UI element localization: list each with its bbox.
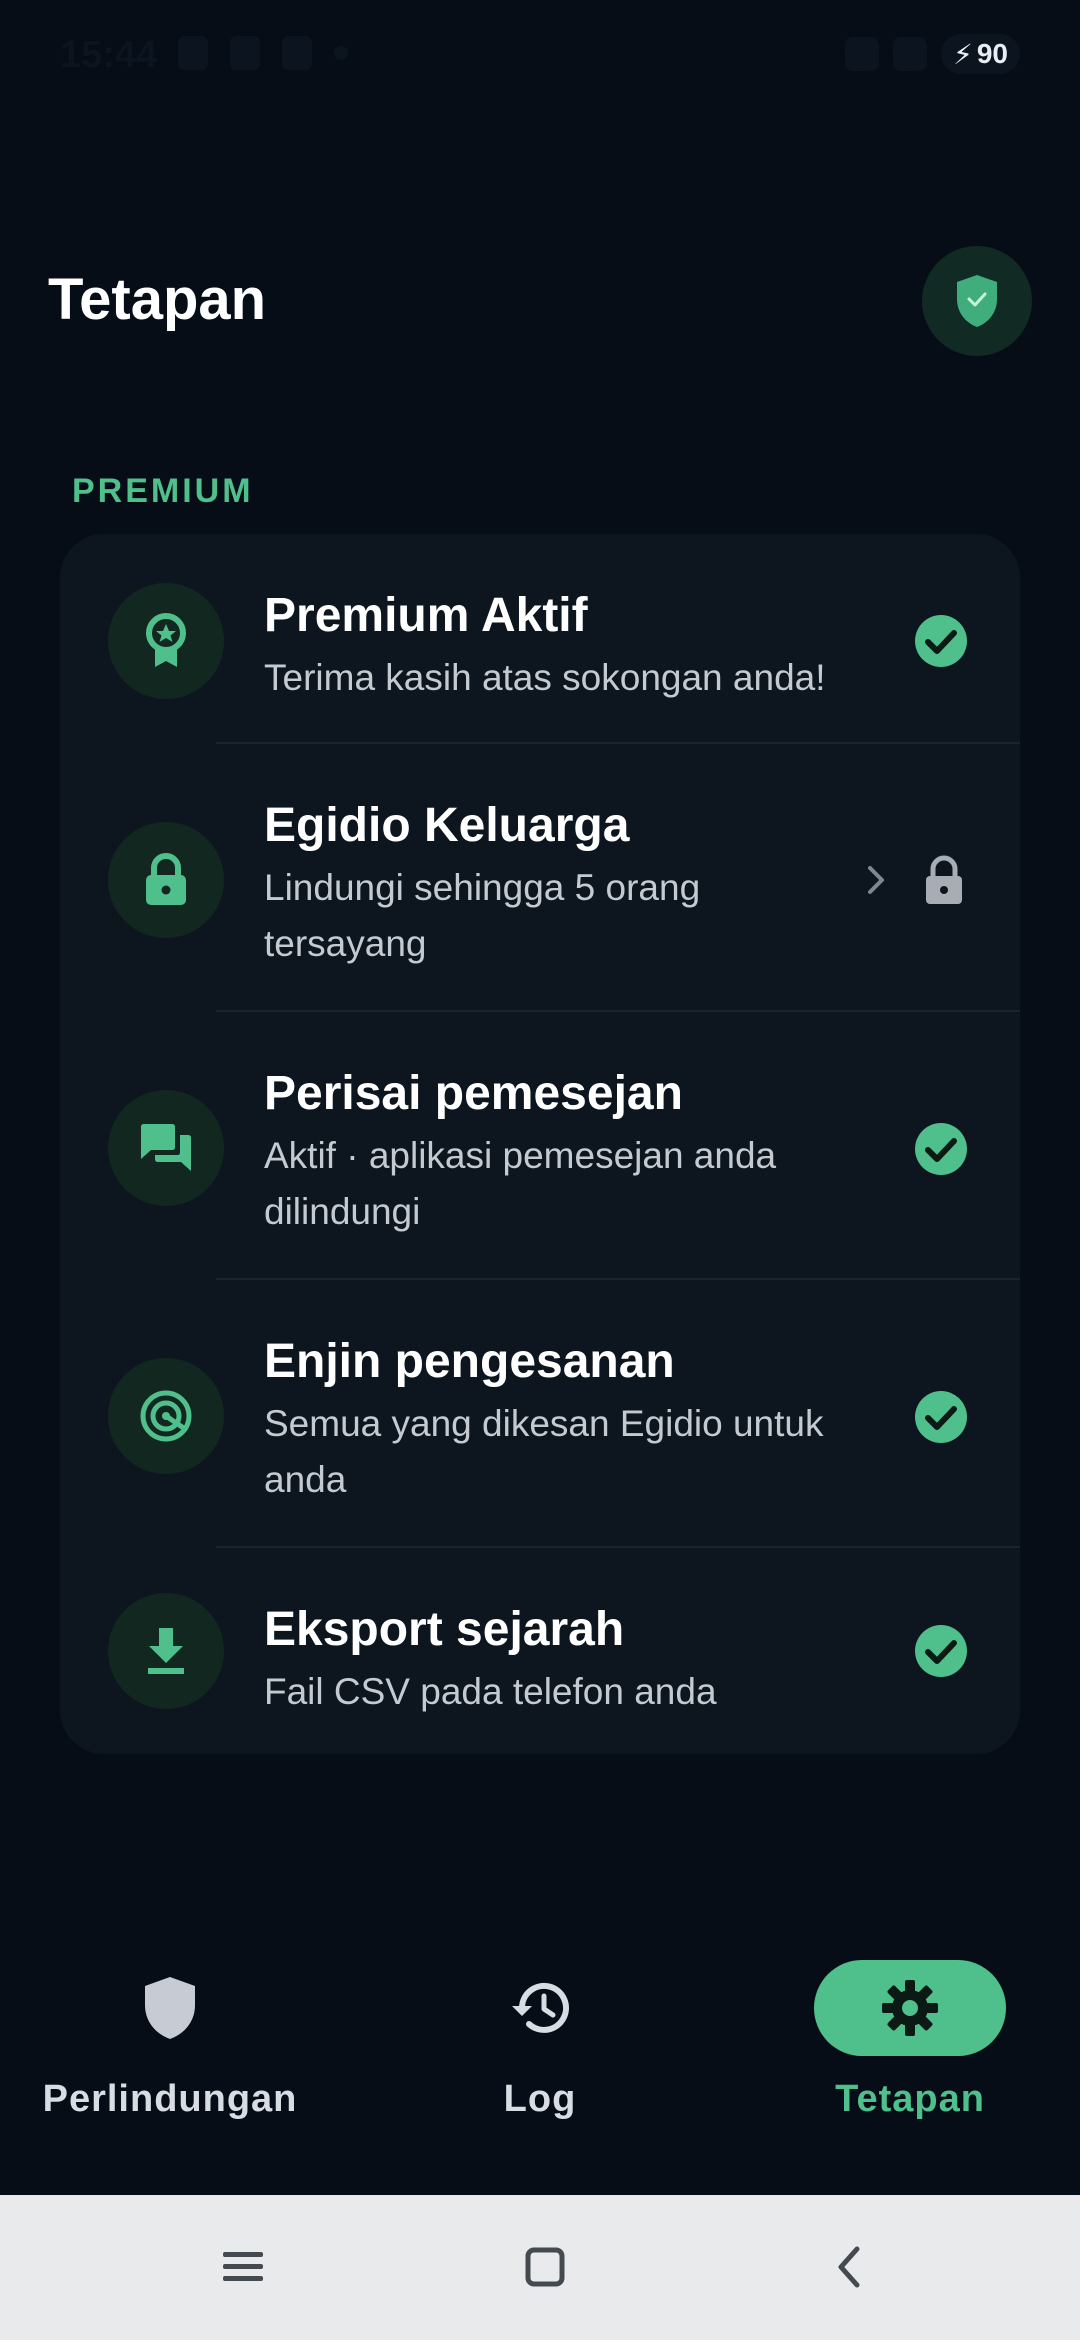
item-title: Eksport sejarah	[264, 1603, 625, 1656]
menu-icon	[223, 2252, 263, 2281]
item-subtitle: Aktif · aplikasi pemesejan anda dilindun…	[264, 1135, 777, 1232]
section-label-premium: PREMIUM	[72, 472, 254, 510]
signal-icon	[893, 37, 928, 71]
system-navigation-bar	[0, 2195, 1080, 2340]
list-item-messaging-shield[interactable]: Perisai pemesejan Aktif · aplikasi pemes…	[60, 1012, 1020, 1280]
premium-card: Premium Aktif Terima kasih atas sokongan…	[60, 534, 1020, 1754]
status-notification-icons	[178, 36, 348, 70]
nav-protection-pill	[74, 1960, 266, 2056]
chat-icon	[108, 1090, 224, 1206]
bottom-navigation: Perlindungan Log Tetapan	[0, 1960, 1080, 2195]
item-title: Premium Aktif	[264, 589, 588, 642]
battery-level: 90	[976, 38, 1008, 69]
list-item-detection-engine[interactable]: Enjin pengesanan Semua yang dikesan Egid…	[60, 1280, 1020, 1548]
item-title: Perisai pemesejan	[264, 1067, 683, 1120]
shield-icon	[145, 1977, 195, 2039]
nav-log-pill	[444, 1960, 636, 2056]
check-circle-icon	[915, 615, 967, 667]
charging-icon: ⚡	[953, 38, 973, 70]
headset-icon	[845, 37, 880, 71]
item-subtitle: Fail CSV pada telefon anda	[264, 1671, 717, 1712]
shield-badge-button[interactable]	[922, 246, 1032, 356]
list-item-family[interactable]: Egidio Keluarga Lindungi sehingga 5 oran…	[60, 744, 1020, 1012]
item-title: Enjin pengesanan	[264, 1335, 675, 1388]
chevron-left-icon	[838, 2246, 860, 2288]
status-time: 15:44	[60, 34, 158, 76]
nav-settings-pill	[814, 1960, 1006, 2056]
item-subtitle: Semua yang dikesan Egidio untuk anda	[264, 1403, 824, 1500]
download-icon	[108, 1593, 224, 1709]
status-bar: 15:44 ⚡ 90	[0, 0, 1080, 110]
nav-protection[interactable]: Perlindungan	[20, 1960, 320, 2121]
gear-icon	[882, 1980, 938, 2036]
nav-log[interactable]: Log	[390, 1960, 690, 2121]
chevron-right-icon	[868, 866, 884, 894]
check-circle-icon	[915, 1391, 967, 1443]
nav-settings[interactable]: Tetapan	[760, 1960, 1060, 2121]
location-icon	[282, 36, 312, 70]
list-item-export-history[interactable]: Eksport sejarah Fail CSV pada telefon an…	[60, 1548, 1020, 1754]
status-system-icons: ⚡ 90	[845, 34, 1020, 74]
home-button[interactable]	[515, 2237, 575, 2297]
page-title: Tetapan	[48, 267, 267, 332]
lock-icon	[108, 822, 224, 938]
radar-icon	[108, 1358, 224, 1474]
locked-status-icon	[926, 855, 962, 904]
history-icon	[512, 1982, 569, 2033]
battery-indicator: ⚡ 90	[941, 34, 1020, 74]
item-subtitle: Lindungi sehingga 5 orang tersayang	[264, 867, 701, 964]
nav-settings-label: Tetapan	[835, 2078, 985, 2120]
nav-log-label: Log	[503, 2078, 577, 2120]
check-circle-icon	[915, 1625, 967, 1677]
shield-status-icon	[230, 36, 260, 70]
check-circle-icon	[915, 1123, 967, 1175]
nav-protection-label: Perlindungan	[42, 2078, 298, 2120]
item-subtitle: Terima kasih atas sokongan anda!	[264, 657, 826, 698]
dot-icon	[334, 46, 348, 60]
award-icon	[108, 583, 224, 699]
shield-check-icon	[957, 275, 997, 327]
item-title: Egidio Keluarga	[264, 799, 630, 852]
back-button[interactable]	[818, 2237, 878, 2297]
screenshot-icon	[178, 36, 208, 70]
square-icon	[525, 2247, 565, 2287]
settings-screen: 15:44 ⚡ 90 Tetapan PREMIUM Premium Aktif…	[0, 0, 1080, 2340]
list-item-premium-active[interactable]: Premium Aktif Terima kasih atas sokongan…	[60, 534, 1020, 744]
recents-button[interactable]	[213, 2237, 273, 2297]
